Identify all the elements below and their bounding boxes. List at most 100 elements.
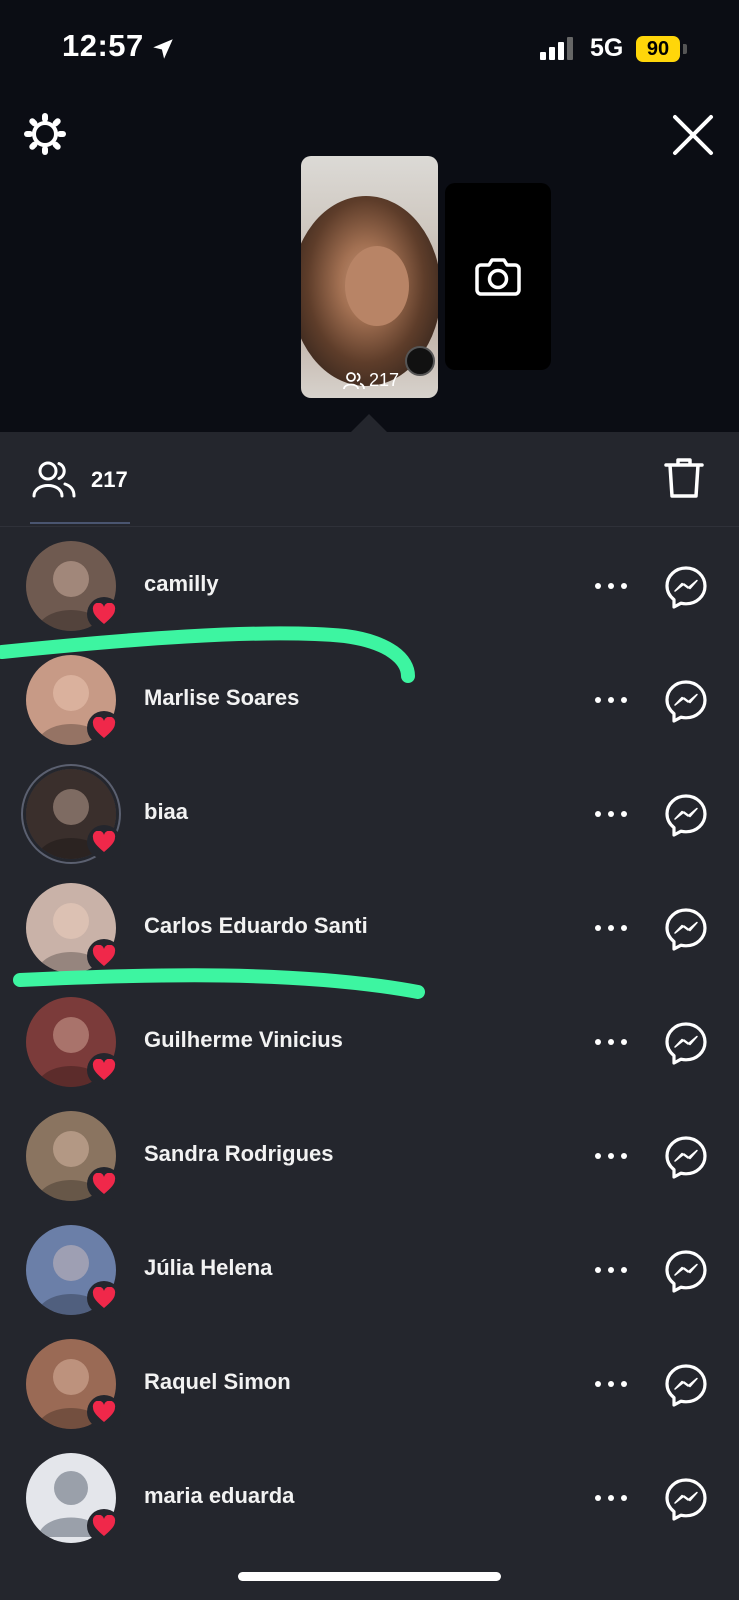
- more-dot: [621, 1267, 627, 1273]
- battery-tip: [683, 44, 687, 54]
- more-dot: [595, 583, 601, 589]
- messenger-icon[interactable]: [664, 565, 708, 609]
- more-dot: [621, 811, 627, 817]
- more-options-icon[interactable]: [595, 685, 627, 715]
- messenger-icon[interactable]: [664, 1021, 708, 1065]
- liked-badge: [87, 1167, 121, 1201]
- more-dot: [608, 1381, 614, 1387]
- messenger-icon[interactable]: [664, 679, 708, 723]
- more-dot: [621, 697, 627, 703]
- home-indicator: [238, 1572, 501, 1581]
- status-time: 12:57: [62, 28, 144, 63]
- messenger-icon[interactable]: [664, 793, 708, 837]
- heart-icon: [92, 831, 116, 852]
- avatar-container: [0, 1099, 150, 1213]
- more-dot: [621, 1039, 627, 1045]
- story-viewer-count: 217: [343, 370, 399, 391]
- trash-icon[interactable]: [664, 456, 704, 500]
- liked-badge: [87, 597, 121, 631]
- close-icon[interactable]: [672, 114, 714, 156]
- story-image-face: [345, 246, 409, 326]
- story-thumbnail[interactable]: 217: [301, 156, 438, 398]
- more-dot: [608, 1039, 614, 1045]
- liked-badge: [87, 1395, 121, 1429]
- more-dot: [621, 1153, 627, 1159]
- story-viewer-count-label: 217: [369, 370, 400, 390]
- heart-icon: [92, 1173, 116, 1194]
- avatar-container: [0, 1327, 150, 1441]
- viewers-icon[interactable]: [32, 460, 76, 498]
- more-options-icon[interactable]: [595, 1483, 627, 1513]
- heart-icon: [92, 1515, 116, 1536]
- viewer-row[interactable]: biaa: [0, 757, 739, 871]
- viewer-name[interactable]: camilly: [144, 571, 219, 597]
- liked-badge: [87, 711, 121, 745]
- more-options-icon[interactable]: [595, 571, 627, 601]
- messenger-icon[interactable]: [664, 1363, 708, 1407]
- add-story-card[interactable]: [445, 183, 551, 370]
- messenger-icon[interactable]: [664, 1135, 708, 1179]
- story-camera-lens: [405, 346, 435, 376]
- more-dot: [595, 925, 601, 931]
- network-label: 5G: [590, 34, 624, 62]
- viewer-row[interactable]: Carlos Eduardo Santi: [0, 871, 739, 985]
- avatar-container: [0, 871, 150, 985]
- more-dot: [608, 1153, 614, 1159]
- viewer-name[interactable]: Sandra Rodrigues: [144, 1141, 333, 1167]
- more-options-icon[interactable]: [595, 1369, 627, 1399]
- signal-icon: [540, 37, 573, 60]
- viewer-name[interactable]: Marlise Soares: [144, 685, 299, 711]
- more-dot: [595, 1153, 601, 1159]
- viewer-name[interactable]: maria eduarda: [144, 1483, 294, 1509]
- viewer-name[interactable]: Júlia Helena: [144, 1255, 272, 1281]
- more-dot: [621, 925, 627, 931]
- more-dot: [608, 1495, 614, 1501]
- more-dot: [608, 1267, 614, 1273]
- viewer-row[interactable]: Sandra Rodrigues: [0, 1099, 739, 1213]
- heart-icon: [92, 945, 116, 966]
- viewer-name[interactable]: Carlos Eduardo Santi: [144, 913, 368, 939]
- more-dot: [595, 811, 601, 817]
- avatar-container: [0, 757, 150, 871]
- status-bar: 12:57 5G 90: [0, 0, 739, 100]
- camera-icon: [475, 258, 521, 296]
- more-options-icon[interactable]: [595, 913, 627, 943]
- viewer-name[interactable]: Guilherme Vinicius: [144, 1027, 343, 1053]
- viewer-name[interactable]: biaa: [144, 799, 188, 825]
- avatar-container: [0, 643, 150, 757]
- more-options-icon[interactable]: [595, 1255, 627, 1285]
- liked-badge: [87, 1509, 121, 1543]
- more-dot: [608, 583, 614, 589]
- viewers-header: 217: [0, 432, 739, 527]
- viewer-row[interactable]: Júlia Helena: [0, 1213, 739, 1327]
- messenger-icon[interactable]: [664, 907, 708, 951]
- viewer-row[interactable]: maria eduarda: [0, 1441, 739, 1555]
- more-dot: [608, 697, 614, 703]
- more-dot: [595, 1267, 601, 1273]
- settings-gear-icon[interactable]: [23, 112, 67, 156]
- more-options-icon[interactable]: [595, 1141, 627, 1171]
- viewer-name[interactable]: Raquel Simon: [144, 1369, 291, 1395]
- messenger-icon[interactable]: [664, 1477, 708, 1521]
- viewer-row[interactable]: Marlise Soares: [0, 643, 739, 757]
- heart-icon: [92, 1059, 116, 1080]
- avatar-container: [0, 529, 150, 643]
- viewer-row[interactable]: camilly: [0, 529, 739, 643]
- viewers-icon: [343, 371, 365, 389]
- story-preview-area: 12:57 5G 90 217: [0, 0, 739, 432]
- more-dot: [595, 697, 601, 703]
- more-dot: [595, 1495, 601, 1501]
- more-dot: [608, 925, 614, 931]
- more-dot: [608, 811, 614, 817]
- liked-badge: [87, 1281, 121, 1315]
- liked-badge: [87, 939, 121, 973]
- tab-underline: [30, 522, 130, 524]
- viewer-row[interactable]: Guilherme Vinicius: [0, 985, 739, 1099]
- more-options-icon[interactable]: [595, 799, 627, 829]
- more-options-icon[interactable]: [595, 1027, 627, 1057]
- messenger-icon[interactable]: [664, 1249, 708, 1293]
- more-dot: [621, 1495, 627, 1501]
- viewer-row[interactable]: Raquel Simon: [0, 1327, 739, 1441]
- heart-icon: [92, 1287, 116, 1308]
- location-arrow-icon: [153, 39, 173, 59]
